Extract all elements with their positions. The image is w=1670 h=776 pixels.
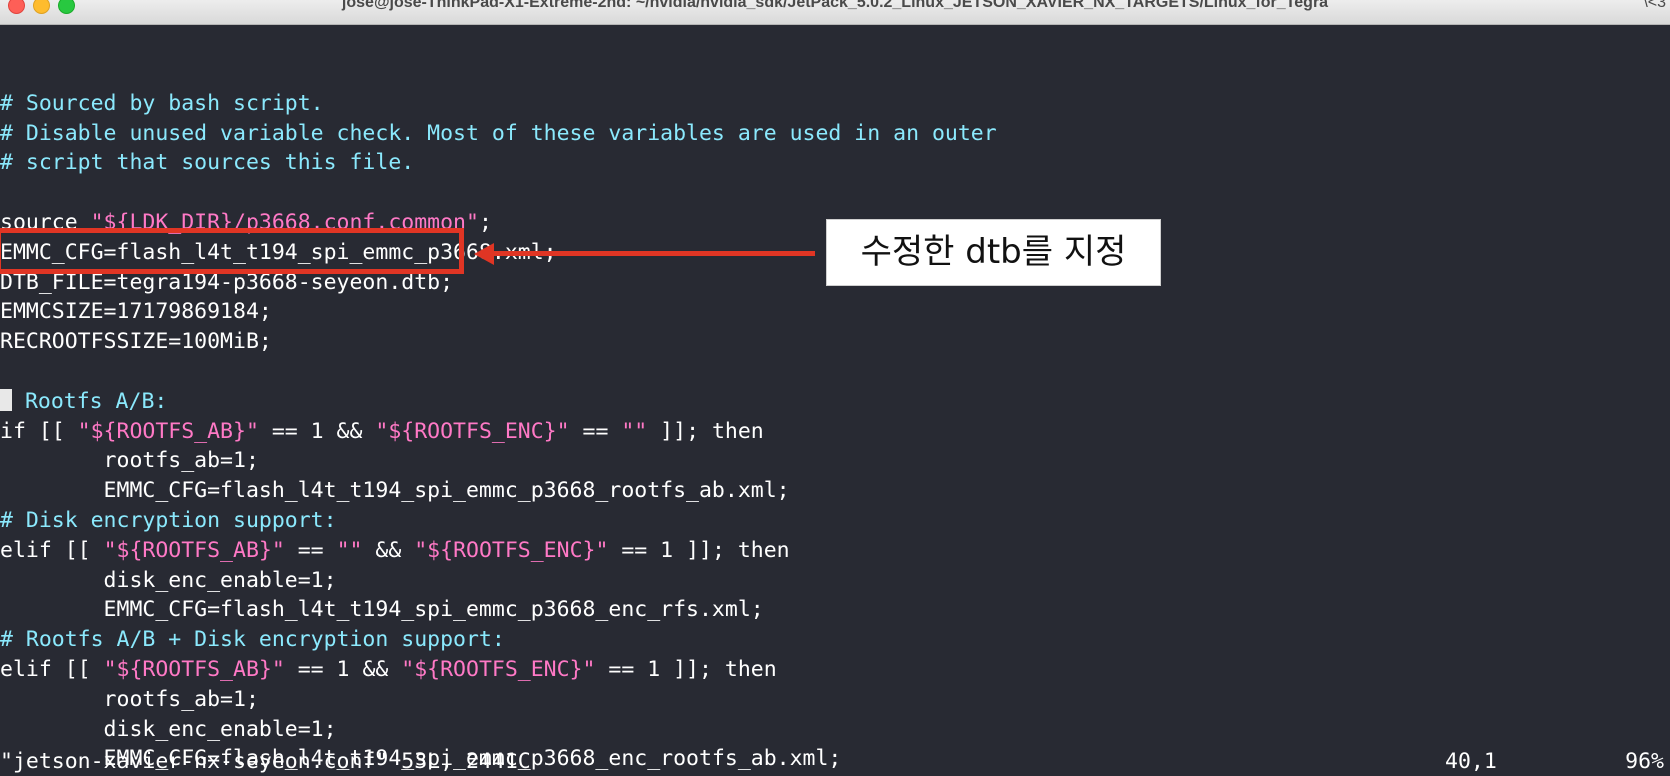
code-line[interactable]: EMMC_CFG=flash_l4t_t194_spi_emmc_p3668_e… bbox=[0, 595, 1670, 625]
code-text: elif [[ bbox=[0, 537, 104, 563]
code-string: "${ROOTFS_ENC}" bbox=[414, 537, 609, 563]
code-text: ]]; then bbox=[647, 418, 764, 444]
code-string: "${ROOTFS_ENC}" bbox=[375, 418, 570, 444]
code-comment: # Disk encryption support: bbox=[0, 507, 337, 533]
annotation-callout: 수정한 dtb를 지정 bbox=[826, 219, 1161, 286]
code-text: && bbox=[362, 537, 415, 563]
code-line[interactable]: rootfs_ab=1; bbox=[0, 685, 1670, 715]
code-string: "${ROOTFS_ENC}" bbox=[401, 656, 596, 682]
code-text: == 1 ]]; then bbox=[608, 537, 790, 563]
code-line[interactable]: elif [[ "${ROOTFS_AB}" == 1 && "${ROOTFS… bbox=[0, 655, 1670, 685]
code-comment: Rootfs A/B: bbox=[12, 388, 168, 414]
code-string: "${ROOTFS_AB}" bbox=[103, 656, 285, 682]
status-cursor-position: 40,1 bbox=[1445, 749, 1497, 774]
code-text: elif [[ bbox=[0, 656, 104, 682]
code-line[interactable]: # Sourced by bash script. bbox=[0, 89, 1670, 119]
terminal-window: jose@jose-ThinkPad-X1-Extreme-2nd: ~/nvi… bbox=[0, 0, 1670, 776]
code-line[interactable]: Rootfs A/B: bbox=[0, 387, 1670, 417]
status-file-info: "jetson-xavier-nx-seyeon.conf" 53L, 2441… bbox=[0, 749, 531, 774]
code-line[interactable]: # Disable unused variable check. Most of… bbox=[0, 119, 1670, 149]
code-text: rootfs_ab=1; bbox=[0, 448, 259, 474]
vim-status-line: "jetson-xavier-nx-seyeon.conf" 53L, 2441… bbox=[0, 747, 1670, 776]
code-text: disk_enc_enable=1; bbox=[0, 716, 337, 742]
code-comment: # Sourced by bash script. bbox=[0, 90, 324, 116]
status-scroll-percent: 96% bbox=[1625, 749, 1664, 774]
code-line[interactable]: disk_enc_enable=1; bbox=[0, 566, 1670, 596]
code-text: rootfs_ab=1; bbox=[0, 686, 259, 712]
code-text: EMMCSIZE=17179869184; bbox=[0, 299, 272, 325]
code-text: ; bbox=[478, 209, 492, 235]
code-line[interactable]: # script that sources this file. bbox=[0, 148, 1670, 178]
code-line[interactable]: disk_enc_enable=1; bbox=[0, 715, 1670, 745]
title-right-glyph: \<3 bbox=[1643, 0, 1666, 11]
vim-editor-buffer[interactable]: # Sourced by bash script. # Disable unuse… bbox=[0, 59, 1670, 774]
code-text: == bbox=[284, 537, 337, 563]
title-bar[interactable]: jose@jose-ThinkPad-X1-Extreme-2nd: ~/nvi… bbox=[0, 0, 1670, 25]
code-text: disk_enc_enable=1; bbox=[0, 567, 337, 593]
code-text: == 1 && bbox=[284, 656, 402, 682]
annotation-arrow-shaft bbox=[480, 251, 815, 256]
dtb-line-highlight-box bbox=[0, 228, 464, 274]
code-line[interactable] bbox=[0, 59, 1670, 89]
window-title: jose@jose-ThinkPad-X1-Extreme-2nd: ~/nvi… bbox=[341, 0, 1329, 11]
code-line[interactable]: if [[ "${ROOTFS_AB}" == 1 && "${ROOTFS_E… bbox=[0, 417, 1670, 447]
code-text: if [[ bbox=[0, 418, 78, 444]
code-text: EMMC_CFG=flash_l4t_t194_spi_emmc_p3668_e… bbox=[0, 597, 764, 623]
code-string: "" bbox=[621, 418, 648, 444]
code-comment: # Disable unused variable check. Most of… bbox=[0, 120, 997, 146]
code-comment: # script that sources this file. bbox=[0, 150, 415, 176]
code-line[interactable] bbox=[0, 357, 1670, 387]
code-line[interactable] bbox=[0, 178, 1670, 208]
code-line[interactable]: EMMC_CFG=flash_l4t_t194_spi_emmc_p3668_r… bbox=[0, 476, 1670, 506]
code-string: "" bbox=[336, 537, 363, 563]
code-text: == 1 && bbox=[258, 418, 376, 444]
text-cursor bbox=[0, 388, 12, 411]
code-line[interactable]: # Disk encryption support: bbox=[0, 506, 1670, 536]
code-text: RECROOTFSSIZE=100MiB; bbox=[0, 329, 272, 355]
code-text: == bbox=[569, 418, 622, 444]
code-text: EMMC_CFG=flash_l4t_t194_spi_emmc_p3668_r… bbox=[0, 478, 790, 504]
code-line[interactable]: # Rootfs A/B + Disk encryption support: bbox=[0, 625, 1670, 655]
code-comment: # Rootfs A/B + Disk encryption support: bbox=[0, 627, 505, 653]
code-line[interactable]: EMMCSIZE=17179869184; bbox=[0, 297, 1670, 327]
code-line[interactable]: rootfs_ab=1; bbox=[0, 446, 1670, 476]
code-line[interactable]: RECROOTFSSIZE=100MiB; bbox=[0, 327, 1670, 357]
code-line[interactable]: elif [[ "${ROOTFS_AB}" == "" && "${ROOTF… bbox=[0, 536, 1670, 566]
code-text: == 1 ]]; then bbox=[595, 656, 777, 682]
code-string: "${ROOTFS_AB}" bbox=[103, 537, 285, 563]
code-string: "${ROOTFS_AB}" bbox=[77, 418, 259, 444]
annotation-arrow-icon bbox=[474, 243, 494, 265]
